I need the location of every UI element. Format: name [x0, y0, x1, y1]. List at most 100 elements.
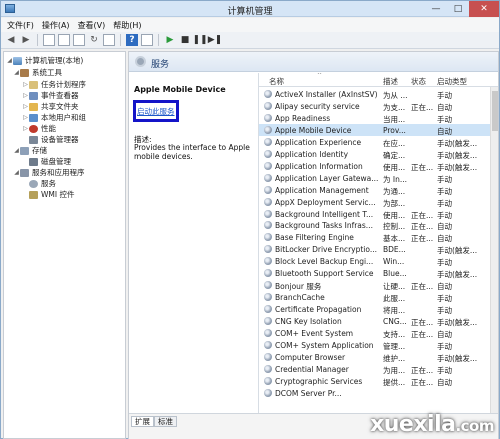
- column-header-status[interactable]: 状态: [411, 76, 426, 87]
- show-hide-tree-icon[interactable]: [58, 34, 70, 46]
- expand-arrow-icon[interactable]: ▷: [22, 114, 29, 121]
- expand-arrow-icon[interactable]: ▷: [22, 125, 29, 132]
- service-row[interactable]: Base Filtering Engine 基本... 正在... 自动: [259, 231, 498, 243]
- services-pane: 服务 Apple Mobile Device 启动此服务 描述: Provide…: [128, 51, 499, 439]
- service-row[interactable]: Background Intelligent T... 使用... 正在... 手动: [259, 208, 498, 220]
- tree-item-label: 磁盘管理: [41, 157, 71, 166]
- service-row[interactable]: Bluetooth Support Service Blue... 手动(触发...: [259, 267, 498, 279]
- service-description-cell: CNG...: [383, 317, 407, 327]
- window-controls: — □ ✕: [425, 1, 499, 17]
- watermark-logo: xuexila.com: [370, 412, 494, 437]
- properties-icon[interactable]: [73, 34, 85, 46]
- tree-item-local-users-groups[interactable]: ▷ 本地用户和组: [22, 112, 86, 123]
- expand-arrow-icon[interactable]: ▷: [22, 103, 29, 110]
- tab-extended[interactable]: 扩展: [131, 416, 154, 427]
- service-name-cell: Application Experience: [275, 137, 362, 147]
- task-scheduler-icon: [29, 80, 38, 89]
- service-row[interactable]: Block Level Backup Engi... Win... 手动: [259, 255, 498, 267]
- tree-item-performance[interactable]: ▷ 性能: [22, 123, 56, 134]
- collapse-arrow-icon[interactable]: ◢: [6, 57, 13, 64]
- restart-service-icon[interactable]: ▶❚: [208, 34, 222, 46]
- action-pane-icon[interactable]: [141, 34, 153, 46]
- service-row[interactable]: Certificate Propagation 将用... 手动: [259, 303, 498, 315]
- service-name-cell: Computer Browser: [275, 352, 346, 362]
- help-icon[interactable]: ?: [126, 34, 138, 46]
- service-row[interactable]: Bonjour 服务 让硬... 正在... 自动: [259, 279, 498, 291]
- service-row[interactable]: Credential Manager 为用... 正在... 手动: [259, 363, 498, 375]
- menu-view[interactable]: 查看(V): [78, 20, 106, 31]
- service-row[interactable]: CNG Key Isolation CNG... 正在... 手动(触发...: [259, 315, 498, 327]
- wmi-icon: [29, 190, 38, 199]
- expand-arrow-icon[interactable]: ▷: [22, 81, 29, 88]
- scrollbar-thumb[interactable]: [492, 91, 498, 131]
- service-row[interactable]: Background Tasks Infras... 控制... 正在... 自动: [259, 219, 498, 231]
- forward-icon[interactable]: ▶: [20, 34, 32, 46]
- service-row[interactable]: Application Identity 确定... 手动(触发...: [259, 148, 498, 160]
- tree-item-services-applications[interactable]: ◢ 服务和应用程序: [13, 167, 84, 178]
- back-icon[interactable]: ◀: [5, 34, 17, 46]
- service-row[interactable]: Apple Mobile Device Prov... 自动: [259, 123, 498, 136]
- service-row[interactable]: App Readiness 当用... 手动: [259, 112, 498, 124]
- menu-file[interactable]: 文件(F): [7, 20, 34, 31]
- service-name-cell: App Readiness: [275, 113, 331, 123]
- service-row[interactable]: COM+ Event System 支持... 正在... 自动: [259, 327, 498, 339]
- service-row[interactable]: AppX Deployment Servic... 为部... 手动: [259, 196, 498, 208]
- watermark-brand: xuexila: [370, 412, 456, 437]
- tree-item-storage[interactable]: ◢ 存储: [13, 145, 47, 156]
- minimize-button[interactable]: —: [425, 1, 447, 17]
- service-gear-icon: [264, 197, 272, 206]
- stop-service-icon[interactable]: ■: [179, 34, 191, 46]
- service-row[interactable]: Application Experience 在应... 手动(触发...: [259, 136, 498, 148]
- maximize-button[interactable]: □: [447, 1, 469, 17]
- column-header-name[interactable]: 名称: [269, 76, 284, 87]
- menu-action[interactable]: 操作(A): [42, 20, 70, 31]
- start-service-link[interactable]: 启动此服务: [137, 106, 175, 117]
- service-row[interactable]: Application Management 为通... 手动: [259, 184, 498, 196]
- service-row[interactable]: ActiveX Installer (AxInstSV) 为从 ... 手动: [259, 88, 498, 100]
- column-header-description[interactable]: 描述: [383, 76, 398, 87]
- tree-item-computer-management[interactable]: ◢ 计算机管理(本地): [6, 55, 83, 66]
- tree-item-disk-management[interactable]: 磁盘管理: [29, 156, 71, 167]
- shared-folder-icon: [29, 102, 38, 111]
- tree-item-wmi-control[interactable]: WMI 控件: [29, 189, 74, 200]
- up-folder-icon[interactable]: [43, 34, 55, 46]
- tree-item-services[interactable]: 服务: [29, 178, 56, 189]
- service-row[interactable]: Application Layer Gatewa... 为 In... 手动: [259, 172, 498, 184]
- service-row[interactable]: DCOM Server Pr...: [259, 387, 498, 399]
- service-name-cell: COM+ System Application: [275, 340, 374, 350]
- service-description-cell: Prov...: [383, 125, 406, 135]
- service-row[interactable]: Application Information 使用... 正在... 手动(触发..…: [259, 160, 498, 172]
- service-gear-icon: [264, 281, 272, 290]
- service-row[interactable]: Cryptographic Services 提供... 正在... 自动: [259, 375, 498, 387]
- expand-arrow-icon[interactable]: ▷: [22, 92, 29, 99]
- tree-item-device-manager[interactable]: 设备管理器: [29, 134, 79, 145]
- refresh-icon[interactable]: ↻: [88, 34, 100, 46]
- service-row[interactable]: COM+ System Application 管理... 手动: [259, 339, 498, 351]
- tab-standard[interactable]: 标准: [154, 416, 177, 427]
- collapse-arrow-icon[interactable]: ◢: [13, 69, 20, 76]
- export-list-icon[interactable]: [103, 34, 115, 46]
- service-row[interactable]: Alipay security service 为支... 正在... 自动: [259, 100, 498, 112]
- close-button[interactable]: ✕: [469, 1, 499, 17]
- service-row[interactable]: Computer Browser 维护... 手动(触发...: [259, 351, 498, 363]
- collapse-arrow-icon[interactable]: ◢: [13, 147, 20, 154]
- service-name-cell: Block Level Backup Engi...: [275, 257, 374, 267]
- tree-item-system-tools[interactable]: ◢ 系统工具: [13, 67, 62, 78]
- tree-item-event-viewer[interactable]: ▷ 事件查看器: [22, 90, 78, 101]
- tree-item-task-scheduler[interactable]: ▷ 任务计划程序: [22, 79, 86, 90]
- services-header: 服务: [129, 52, 498, 72]
- title-bar[interactable]: 计算机管理 — □ ✕: [1, 1, 499, 17]
- service-name-cell: Apple Mobile Device: [275, 125, 352, 135]
- pause-service-icon[interactable]: ❚❚: [192, 34, 207, 46]
- service-gear-icon: [264, 101, 272, 110]
- service-row[interactable]: BranchCache 此服... 手动: [259, 291, 498, 303]
- tree-item-shared-folders[interactable]: ▷ 共享文件夹: [22, 101, 78, 112]
- start-service-icon[interactable]: ▶: [164, 34, 176, 46]
- service-row[interactable]: BitLocker Drive Encryptio... BDE... 手动(触发.…: [259, 243, 498, 255]
- vertical-scrollbar[interactable]: [490, 87, 498, 413]
- service-gear-icon: [264, 305, 272, 314]
- collapse-arrow-icon[interactable]: ◢: [13, 169, 20, 176]
- menu-help[interactable]: 帮助(H): [113, 20, 141, 31]
- column-header-startup-type[interactable]: 启动类型: [437, 76, 467, 87]
- service-name-cell: Background Tasks Infras...: [275, 221, 373, 231]
